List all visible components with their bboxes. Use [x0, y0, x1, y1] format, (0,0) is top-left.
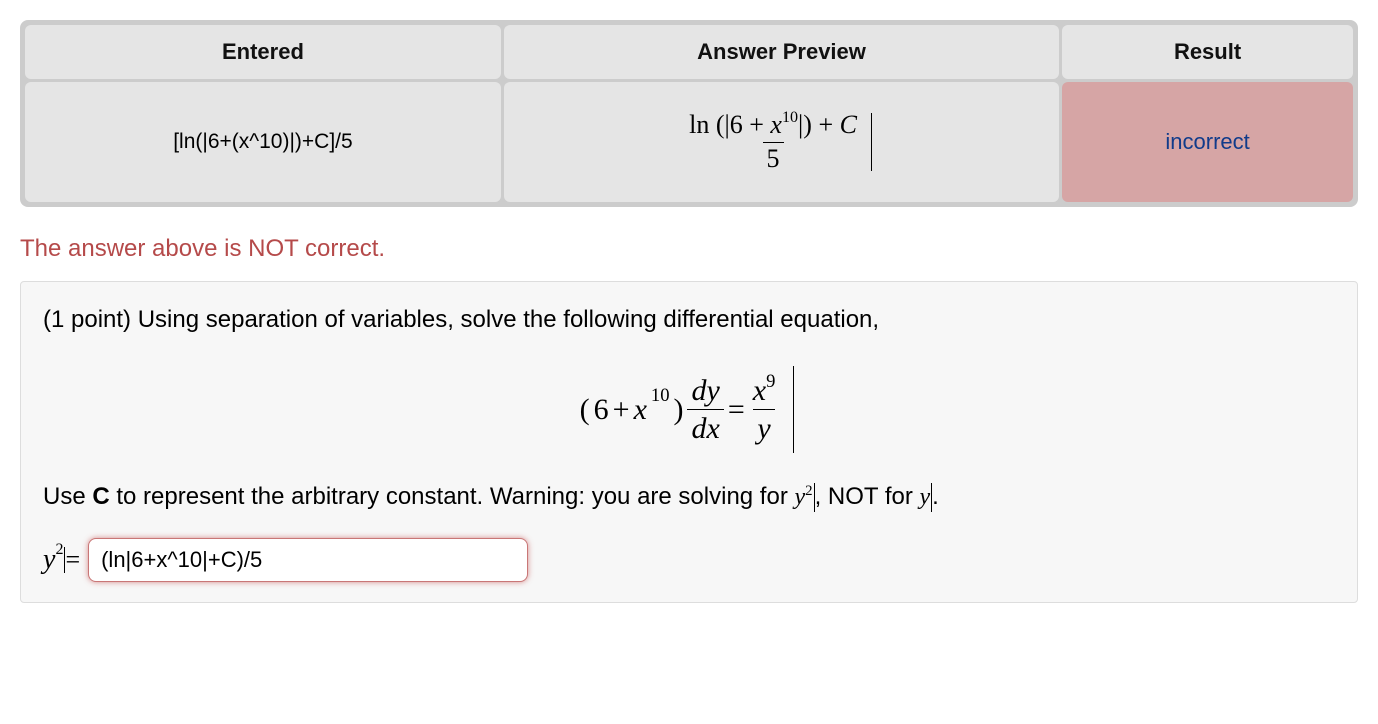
not-correct-message: The answer above is NOT correct. — [20, 235, 1358, 263]
results-table: Entered Answer Preview Result [ln(|6+(x^… — [20, 20, 1358, 207]
col-header-result: Result — [1062, 25, 1353, 79]
points-label: (1 point) — [43, 306, 138, 333]
ln-label: ln — [689, 110, 709, 139]
cursor-icon — [871, 113, 872, 170]
differential-equation: (6 + x10) dy dx = x9 y — [43, 366, 1335, 453]
problem-statement: Using separation of variables, solve the… — [138, 306, 879, 333]
entered-cell: [ln(|6+(x^10)|)+C]/5 — [25, 82, 501, 202]
equation-end-icon — [793, 366, 794, 453]
answer-input[interactable] — [88, 538, 528, 582]
preview-cell: ln (|6 + x10|) + C 5 — [504, 82, 1059, 202]
col-header-entered: Entered — [25, 25, 501, 79]
table-row: [ln(|6+(x^10)|)+C]/5 ln (|6 + x10|) + C … — [25, 82, 1353, 202]
answer-row: y2 = — [43, 538, 1335, 582]
preview-math: ln (|6 + x10|) + C 5 — [685, 111, 878, 173]
answer-label: y2 — [43, 544, 63, 576]
col-header-preview: Answer Preview — [504, 25, 1059, 79]
note-text: Use C to represent the arbitrary constan… — [43, 483, 1335, 512]
result-cell: incorrect — [1062, 82, 1353, 202]
problem-box: (1 point) Using separation of variables,… — [20, 281, 1358, 603]
